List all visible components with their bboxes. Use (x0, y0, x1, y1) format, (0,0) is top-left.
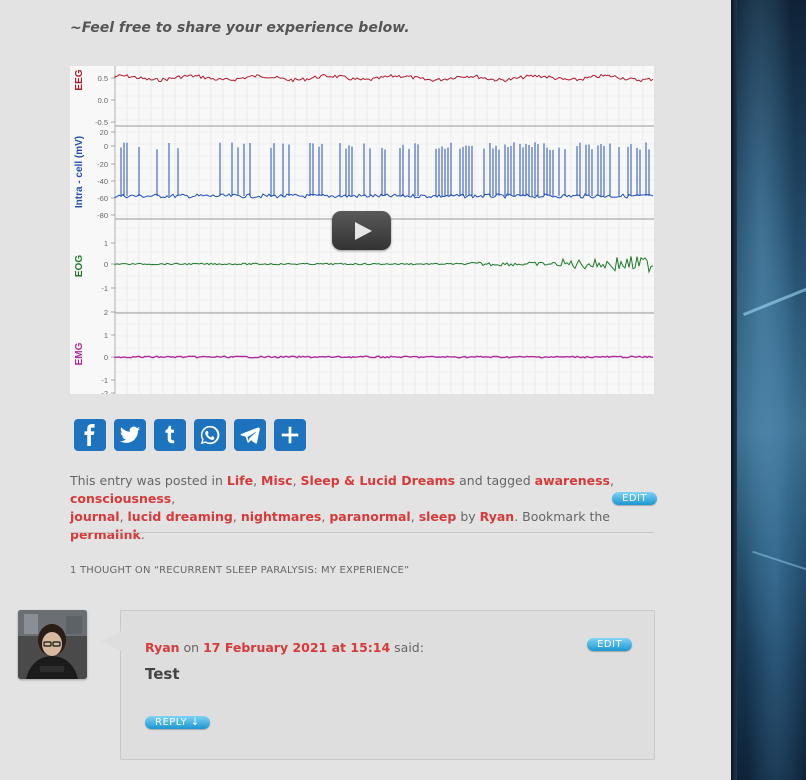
telegram-share-button[interactable] (234, 419, 266, 451)
avatar (18, 610, 87, 679)
background-image (731, 0, 806, 780)
tick-label: -0.5 (95, 118, 108, 127)
tick-label: 1 (104, 331, 108, 340)
background-streak (742, 286, 806, 317)
tick-label: 0 (104, 142, 108, 151)
posted-in-text: This entry was posted in (70, 473, 223, 488)
tick-label: -20 (97, 160, 108, 169)
comments-title: 1 THOUGHT ON “RECURRENT SLEEP PARALYSIS:… (70, 565, 410, 576)
embedded-video[interactable]: EEG Intra - cell (mV) EOG EMG 0.5 0.0 -0.5 20 0-… (70, 66, 654, 394)
telegram-icon (240, 427, 260, 444)
facebook-share-button[interactable] (74, 419, 106, 451)
tag-link-lucid-dreaming[interactable]: lucid dreaming (128, 509, 233, 524)
share-more-button[interactable] (274, 419, 306, 451)
comment-text: Test (145, 665, 180, 683)
tag-link-consciousness[interactable]: consciousness (70, 491, 171, 506)
tick-label: 2 (104, 308, 108, 317)
tumblr-share-button[interactable] (154, 419, 186, 451)
category-link-sleep-lucid-dreams[interactable]: Sleep & Lucid Dreams (301, 473, 456, 488)
axis-label-emg: EMG (74, 342, 85, 365)
tick-label: -80 (97, 211, 108, 220)
tick-label: 1 (104, 239, 108, 248)
bookmark-text: Bookmark the (522, 509, 610, 524)
tick-label: -60 (97, 194, 108, 203)
tick-label: 0 (104, 260, 108, 269)
twitter-share-button[interactable] (114, 419, 146, 451)
tag-link-awareness[interactable]: awareness (535, 473, 610, 488)
tick-label: 0.5 (98, 74, 108, 83)
tick-label: 0 (104, 353, 108, 362)
whatsapp-share-button[interactable] (194, 419, 226, 451)
tag-link-sleep[interactable]: sleep (419, 509, 457, 524)
axis-label-eog: EOG (74, 255, 85, 277)
tag-link-journal[interactable]: journal (70, 509, 120, 524)
comment: Ryan on 17 February 2021 at 15:14 said: … (101, 610, 655, 760)
tag-link-paranormal[interactable]: paranormal (329, 509, 410, 524)
divider (70, 532, 654, 533)
category-link-life[interactable]: Life (227, 473, 253, 488)
share-bar (74, 419, 306, 451)
edit-comment-button[interactable]: EDIT (587, 638, 633, 651)
tag-link-nightmares[interactable]: nightmares (241, 509, 322, 524)
entry-meta: This entry was posted in Life, Misc, Sle… (70, 472, 660, 544)
comment-on-text: on (183, 640, 200, 655)
by-text: by (460, 509, 476, 524)
tick-label: 0.0 (98, 96, 108, 105)
axis-label-eeg: EEG (74, 69, 85, 90)
comment-said-text: said: (394, 640, 424, 655)
comment-pointer (101, 631, 121, 651)
and-tagged-text: and tagged (459, 473, 531, 488)
edit-post-button[interactable]: EDIT (612, 492, 658, 505)
tick-label: -1 (101, 284, 108, 293)
author-link[interactable]: Ryan (480, 509, 515, 524)
background-edge (731, 0, 737, 780)
play-icon[interactable] (332, 211, 391, 250)
permalink-link[interactable]: permalink (70, 527, 141, 542)
tick-label: -40 (97, 177, 108, 186)
intro-text: ~Feel free to share your experience belo… (70, 20, 410, 36)
facebook-icon (84, 424, 95, 446)
comment-author-link[interactable]: Ryan (145, 640, 180, 655)
tick-label: -1 (101, 376, 108, 385)
tick-label: 20 (100, 128, 108, 137)
comment-meta: Ryan on 17 February 2021 at 15:14 said: (145, 640, 424, 655)
tumblr-icon (165, 425, 175, 444)
main-content: ~Feel free to share your experience belo… (0, 0, 731, 780)
share-plus-icon (281, 426, 299, 444)
twitter-icon (119, 426, 141, 443)
category-link-misc[interactable]: Misc (261, 473, 293, 488)
whatsapp-icon (200, 425, 220, 445)
comment-date-link[interactable]: 17 February 2021 at 15:14 (203, 640, 390, 655)
axis-label-intra: Intra - cell (mV) (74, 136, 85, 208)
reply-button[interactable]: REPLY ↓ (145, 716, 210, 729)
tick-label: -2 (101, 389, 108, 394)
background-streak (752, 550, 806, 572)
